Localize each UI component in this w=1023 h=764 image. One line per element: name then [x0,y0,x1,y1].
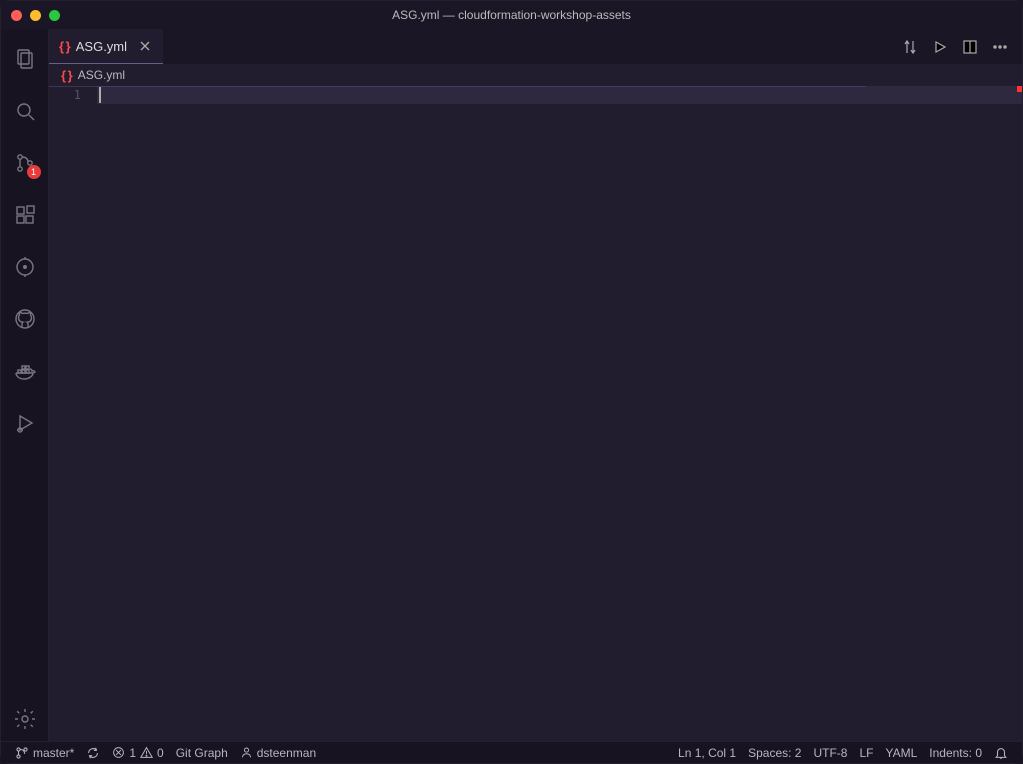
eol-status[interactable]: LF [853,742,879,763]
code-content[interactable] [97,86,1022,741]
overview-ruler-error-marker [1017,86,1022,92]
window-controls [11,10,60,21]
explorer-tab[interactable] [1,37,49,81]
compare-changes-icon[interactable] [902,39,918,55]
breadcrumbs[interactable]: { } ASG.yml [49,64,1022,86]
line-number: 1 [49,88,81,102]
scm-badge: 1 [27,165,41,179]
search-tab[interactable] [1,89,49,133]
docker-tab[interactable] [1,349,49,393]
run-icon[interactable] [932,39,948,55]
tab-label: ASG.yml [76,39,127,54]
minimize-window-button[interactable] [30,10,41,21]
editor-area: { } ASG.yml { } ASG.yml 1 [49,29,1022,741]
language-mode-status[interactable]: YAML [879,742,923,763]
gitlens-tab[interactable] [1,245,49,289]
yaml-file-icon: { } [59,39,70,54]
editor-body[interactable]: 1 [49,86,1022,741]
tabs-row: { } ASG.yml [49,29,1022,64]
git-branch-status[interactable]: master* [9,742,80,763]
tab-asg-yml[interactable]: { } ASG.yml [49,29,163,64]
close-window-button[interactable] [11,10,22,21]
problems-status[interactable]: 1 0 [106,742,169,763]
breadcrumb-file: ASG.yml [78,68,125,82]
git-graph-status[interactable]: Git Graph [170,742,234,763]
sync-button[interactable] [80,742,106,763]
titlebar: ASG.yml — cloudformation-workshop-assets [1,1,1022,29]
yaml-file-icon: { } [61,68,72,83]
gutter: 1 [49,86,97,741]
github-tab[interactable] [1,297,49,341]
source-control-tab[interactable]: 1 [1,141,49,185]
close-tab-button[interactable] [137,38,153,54]
more-actions-icon[interactable] [992,39,1008,55]
indentation-status[interactable]: Spaces: 2 [742,742,807,763]
notifications-icon[interactable] [988,742,1014,763]
window-title: ASG.yml — cloudformation-workshop-assets [392,8,631,22]
indents-status[interactable]: Indents: 0 [923,742,988,763]
cursor-position-status[interactable]: Ln 1, Col 1 [672,742,742,763]
user-status[interactable]: dsteenman [234,742,322,763]
zoom-window-button[interactable] [49,10,60,21]
activity-bar: 1 [1,29,49,741]
encoding-status[interactable]: UTF-8 [807,742,853,763]
editor-actions [902,39,1022,55]
current-line-highlight [97,86,1022,104]
run-debug-tab[interactable] [1,401,49,445]
statusbar: master* 1 0 Git Graph dsteenman Ln 1, Co… [1,741,1022,763]
extensions-tab[interactable] [1,193,49,237]
settings-gear-icon[interactable] [1,697,49,741]
split-editor-icon[interactable] [962,39,978,55]
text-cursor [99,87,101,103]
